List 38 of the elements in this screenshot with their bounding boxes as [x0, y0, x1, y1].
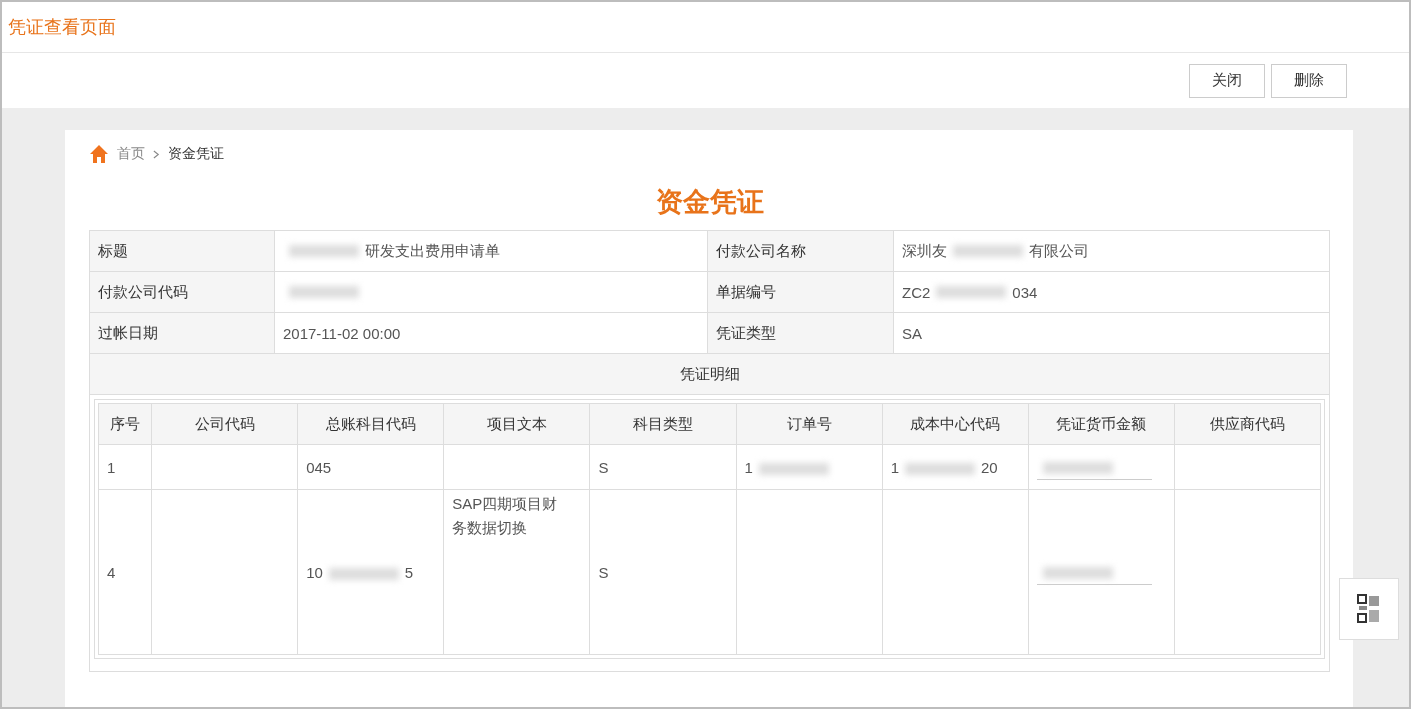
field-label: 过帐日期 [90, 313, 275, 354]
column-header: 凭证货币金额 [1028, 403, 1175, 445]
qr-code-icon [1357, 594, 1381, 624]
field-value: 研发支出费用申请单 [275, 231, 708, 272]
column-header: 总账科目代码 [297, 403, 444, 445]
qr-code-button[interactable] [1339, 578, 1399, 640]
table-cell: 1 [736, 444, 883, 490]
field-label: 付款公司代码 [90, 272, 275, 313]
table-cell: 1 20 [882, 444, 1029, 490]
column-header: 序号 [98, 403, 152, 445]
chevron-icon [153, 149, 160, 159]
field-label: 标题 [90, 231, 275, 272]
field-label: 单据编号 [708, 272, 894, 313]
breadcrumb-link[interactable]: 首页 [117, 145, 145, 163]
home-icon [89, 144, 109, 164]
window-title: 凭证查看页面 [8, 16, 116, 39]
column-header: 供应商代码 [1174, 403, 1321, 445]
breadcrumb-current: 资金凭证 [168, 145, 224, 163]
column-header: 科目类型 [589, 403, 736, 445]
table-cell: S [589, 444, 736, 490]
section-header: 凭证明细 [90, 354, 1330, 395]
table-cell: 1 [98, 444, 152, 490]
column-header: 订单号 [736, 403, 883, 445]
toolbar-button[interactable]: 关闭 [1189, 63, 1265, 98]
toolbar-button[interactable]: 删除 [1271, 63, 1347, 98]
table-cell: 10 5 [297, 489, 444, 655]
table-cell: SAP四期项目财务数据切换 [443, 489, 590, 655]
field-value: ZC2 034 [894, 272, 1330, 313]
field-value: 深圳友 有限公司 [894, 231, 1330, 272]
column-header: 项目文本 [443, 403, 590, 445]
table-cell: S [589, 489, 736, 655]
field-label: 凭证类型 [708, 313, 894, 354]
column-header: 成本中心代码 [882, 403, 1029, 445]
field-label: 付款公司名称 [708, 231, 894, 272]
table-cell: 045 [297, 444, 444, 490]
page-heading: 资金凭证 [654, 186, 765, 219]
table-cell: 4 [98, 489, 152, 655]
column-header: 公司代码 [151, 403, 298, 445]
